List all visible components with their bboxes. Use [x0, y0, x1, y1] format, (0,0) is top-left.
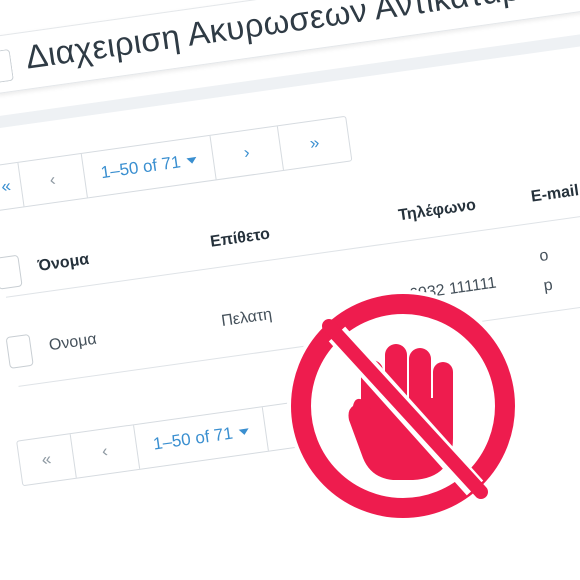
first-page-button-bottom[interactable]: « — [17, 434, 77, 486]
last-page-button[interactable]: » — [278, 117, 351, 170]
column-header-phone[interactable]: Τηλέφωνο — [397, 197, 477, 226]
page-title: Διαχειριση Ακυρωσεων Αντικαταβολων — [23, 0, 580, 76]
select-all-checkbox[interactable] — [0, 254, 23, 290]
next-page-button[interactable]: › — [210, 126, 284, 180]
prev-page-button[interactable]: ‹ — [18, 153, 88, 207]
page-range-label: 1–50 of 71 — [99, 152, 182, 183]
column-header-email[interactable]: E-mail — [530, 182, 580, 207]
caret-down-icon — [186, 156, 197, 165]
cell-last-name: Πελατη — [220, 306, 274, 330]
column-header-last-name[interactable]: Επίθετο — [209, 226, 271, 252]
cell-first-name: Ονομα — [47, 330, 98, 355]
page-range-label-bottom: 1–50 of 71 — [151, 423, 235, 454]
prev-page-button-bottom[interactable]: ‹ — [70, 425, 141, 478]
sidebar-toggle[interactable] — [0, 48, 14, 84]
caret-down-icon — [238, 428, 250, 436]
cell-email: o — [538, 246, 550, 266]
row-checkbox[interactable] — [5, 333, 34, 369]
no-hand-stop-icon — [287, 290, 519, 522]
page-range-dropdown[interactable]: 1–50 of 71 — [81, 135, 217, 198]
pagination-top: « ‹ 1–50 of 71 › » — [0, 115, 353, 212]
column-header-first-name[interactable]: Όνομα — [37, 251, 91, 276]
page-range-dropdown-bottom[interactable]: 1–50 of 71 — [134, 407, 269, 469]
cell-email-overflow: p — [542, 276, 554, 295]
